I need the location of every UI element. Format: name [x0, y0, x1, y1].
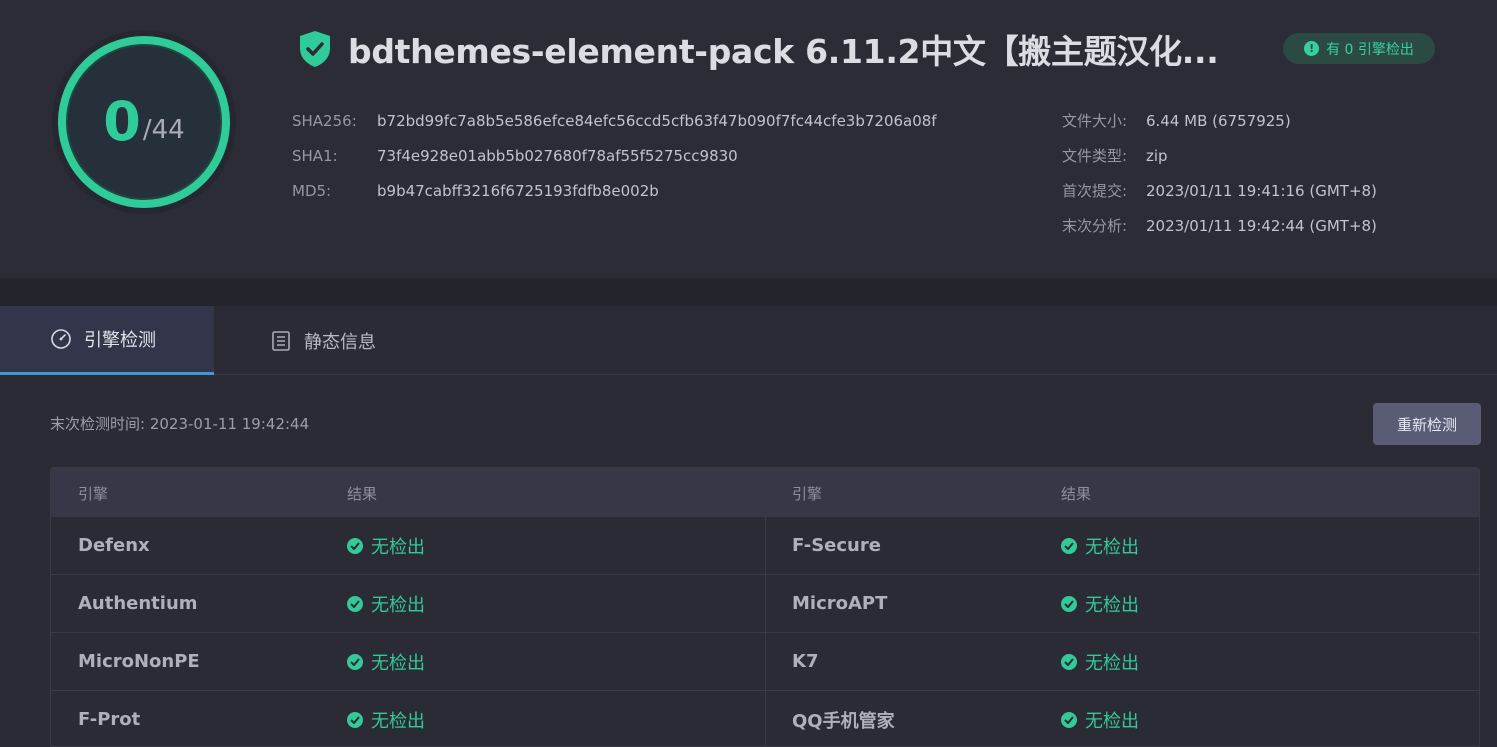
check-circle-icon: [1061, 537, 1077, 554]
meta-value: zip: [1146, 146, 1168, 165]
meta-value: 6.44 MB (6757925): [1146, 111, 1291, 130]
hash-label: SHA1:: [292, 146, 338, 165]
engine-result: 无检出: [1061, 575, 1139, 632]
meta-value: 2023/01/11 19:42:44 (GMT+8): [1146, 216, 1377, 235]
tab-static-info[interactable]: 静态信息: [270, 306, 430, 375]
engine-result: 无检出: [347, 691, 425, 746]
hash-list: SHA256: b72bd99fc7a8b5e586efce84efc56ccd…: [292, 103, 937, 208]
hash-label: MD5:: [292, 181, 332, 200]
engine-result-label: 无检出: [1085, 652, 1139, 674]
meta-row-type: 文件类型: zip: [1062, 138, 1377, 173]
meta-row-size: 文件大小: 6.44 MB (6757925): [1062, 103, 1377, 138]
engine-name: Authentium: [78, 593, 198, 614]
engine-result: 无检出: [347, 575, 425, 632]
engine-results-table: 引擎 结果 引擎 结果 Defenx 无检出 F-Secure 无检出 Auth…: [50, 467, 1480, 747]
engine-result-label: 无检出: [371, 594, 425, 616]
column-header-result: 结果: [1061, 485, 1092, 503]
score-detected: 0: [103, 90, 141, 153]
meta-label: 末次分析:: [1062, 217, 1128, 235]
file-title: bdthemes-element-pack 6.11.2中文【搬主题汉化...: [348, 32, 1219, 71]
meta-label: 文件大小:: [1062, 112, 1128, 130]
engine-result: 无检出: [347, 633, 425, 690]
file-title-row: bdthemes-element-pack 6.11.2中文【搬主题汉化...: [298, 26, 1219, 72]
detection-score-ring: 0 /44: [50, 28, 238, 216]
check-circle-icon: [347, 595, 363, 612]
score-total: /44: [142, 115, 185, 145]
engine-name: K7: [792, 651, 819, 672]
file-meta-list: 文件大小: 6.44 MB (6757925) 文件类型: zip 首次提交: …: [1062, 103, 1377, 243]
check-circle-icon: [347, 653, 363, 670]
engine-result: 无检出: [1061, 633, 1139, 690]
meta-label: 首次提交:: [1062, 182, 1128, 200]
engine-name: F-Secure: [792, 535, 881, 556]
hash-label: SHA256:: [292, 111, 357, 130]
hash-row-sha1: SHA1: 73f4e928e01abb5b027680f78af55f5275…: [292, 138, 937, 173]
engine-name: Defenx: [78, 535, 150, 556]
section-gap: [0, 278, 1497, 306]
tab-engine-detection[interactable]: 引擎检测: [0, 306, 214, 375]
engine-result-label: 无检出: [371, 536, 425, 558]
engine-result: 无检出: [1061, 517, 1139, 574]
tab-bar: 引擎检测 静态信息: [0, 306, 1497, 375]
list-icon: [272, 330, 290, 351]
alert-icon: !: [1304, 41, 1320, 56]
engine-name: F-Prot: [78, 709, 141, 730]
check-circle-icon: [1061, 595, 1077, 612]
engine-result-label: 无检出: [371, 652, 425, 674]
engine-result: 无检出: [1061, 691, 1139, 746]
gauge-icon: [51, 329, 71, 349]
tab-label: 引擎检测: [84, 330, 156, 351]
table-header: 引擎 结果 引擎 结果: [51, 468, 1479, 516]
column-header-engine: 引擎: [792, 485, 823, 503]
engine-name: MicroNonPE: [78, 651, 200, 672]
meta-label: 文件类型:: [1062, 147, 1128, 165]
check-circle-icon: [1061, 711, 1077, 728]
hash-row-md5: MD5: b9b47cabff3216f6725193fdfb8e002b: [292, 173, 937, 208]
check-circle-icon: [347, 537, 363, 554]
meta-row-last-analysis: 末次分析: 2023/01/11 19:42:44 (GMT+8): [1062, 208, 1377, 243]
recheck-button[interactable]: 重新检测: [1373, 403, 1481, 445]
engine-result-label: 无检出: [1085, 710, 1139, 732]
hash-value[interactable]: b72bd99fc7a8b5e586efce84efc56ccd5cfb63f4…: [377, 112, 937, 130]
engine-name: QQ手机管家: [792, 710, 895, 732]
engine-name: MicroAPT: [792, 593, 888, 614]
engine-result: 无检出: [347, 517, 425, 574]
detection-badge-label: 有 0 引擎检出: [1326, 41, 1414, 58]
hash-value[interactable]: b9b47cabff3216f6725193fdfb8e002b: [377, 182, 659, 200]
check-circle-icon: [347, 711, 363, 728]
tab-label: 静态信息: [304, 331, 376, 353]
engine-result-label: 无检出: [1085, 536, 1139, 558]
engine-result-label: 无检出: [371, 710, 425, 732]
detection-badge: ! 有 0 引擎检出: [1283, 33, 1435, 64]
check-circle-icon: [1061, 653, 1077, 670]
column-divider: [765, 516, 766, 746]
meta-row-first-submit: 首次提交: 2023/01/11 19:41:16 (GMT+8): [1062, 173, 1377, 208]
column-header-engine: 引擎: [78, 485, 109, 503]
hash-value[interactable]: 73f4e928e01abb5b027680f78af55f5275cc9830: [377, 147, 738, 165]
hash-row-sha256: SHA256: b72bd99fc7a8b5e586efce84efc56ccd…: [292, 103, 937, 138]
last-check-time: 末次检测时间: 2023-01-11 19:42:44: [50, 415, 310, 433]
column-header-result: 结果: [347, 485, 378, 503]
engine-result-label: 无检出: [1085, 594, 1139, 616]
shield-check-icon: [300, 31, 330, 67]
meta-value: 2023/01/11 19:41:16 (GMT+8): [1146, 181, 1377, 200]
